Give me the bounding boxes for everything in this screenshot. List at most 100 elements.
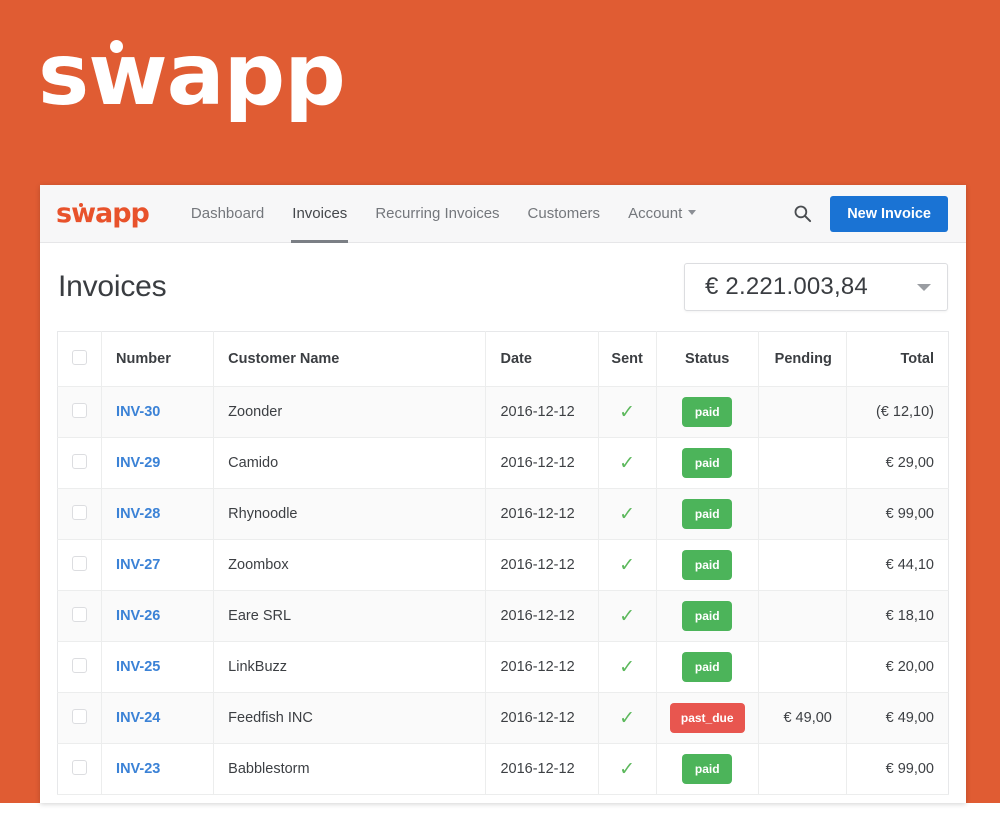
hero-wordmark-text: swapp <box>38 25 346 125</box>
invoice-number-link[interactable]: INV-28 <box>116 506 160 522</box>
table-head: Number Customer Name Date Sent Status Pe… <box>57 331 949 387</box>
cell-total: € 29,00 <box>846 437 949 489</box>
column-header-total[interactable]: Total <box>846 331 949 387</box>
row-checkbox[interactable] <box>72 657 88 673</box>
nav-logo[interactable]: swapp <box>56 200 150 227</box>
cell-number: INV-23 <box>101 743 215 795</box>
invoice-number-link[interactable]: INV-25 <box>116 659 160 675</box>
table-row[interactable]: INV-30 Zoonder 2016-12-12 ✓ paid (€ 12,10) <box>57 386 949 438</box>
cell-total: € 99,00 <box>846 743 949 795</box>
nav-item-dashboard[interactable]: Dashboard <box>177 185 278 243</box>
cell-total: € 20,00 <box>846 641 949 693</box>
cell-pending <box>758 386 847 438</box>
column-header-customer-name[interactable]: Customer Name <box>213 331 487 387</box>
row-checkbox[interactable] <box>72 402 88 418</box>
row-select-cell <box>57 641 103 693</box>
table-row[interactable]: INV-25 LinkBuzz 2016-12-12 ✓ paid € 20,00 <box>57 641 949 693</box>
page-title: Invoices <box>58 270 167 303</box>
cell-number: INV-25 <box>101 641 215 693</box>
search-icon[interactable] <box>793 204 812 223</box>
invoice-number-link[interactable]: INV-30 <box>116 404 160 420</box>
invoice-number-link[interactable]: INV-29 <box>116 455 160 471</box>
cell-date: 2016-12-12 <box>485 590 599 642</box>
check-icon: ✓ <box>619 502 636 525</box>
cell-sent: ✓ <box>598 386 657 438</box>
check-icon: ✓ <box>619 604 636 627</box>
row-checkbox[interactable] <box>72 606 88 622</box>
status-badge: paid <box>682 448 733 478</box>
cell-sent: ✓ <box>598 692 657 744</box>
chevron-down-icon <box>688 210 697 216</box>
hero-logo: swapp <box>38 20 346 130</box>
nav-right-group: New Invoice <box>793 195 948 232</box>
invoice-number-link[interactable]: INV-26 <box>116 608 160 624</box>
invoice-number-link[interactable]: INV-27 <box>116 557 160 573</box>
cell-number: INV-28 <box>101 488 215 540</box>
nav-item-account[interactable]: Account <box>614 185 710 243</box>
nav-item-recurring-invoices[interactable]: Recurring Invoices <box>361 185 513 243</box>
row-checkbox[interactable] <box>72 555 88 571</box>
check-icon: ✓ <box>619 757 636 780</box>
new-invoice-button[interactable]: New Invoice <box>830 195 948 232</box>
nav-item-customers[interactable]: Customers <box>514 185 615 243</box>
cell-pending: € 49,00 <box>758 692 847 744</box>
row-checkbox[interactable] <box>72 453 88 469</box>
cell-customer-name: Eare SRL <box>213 590 487 642</box>
cell-number: INV-26 <box>101 590 215 642</box>
column-header-number[interactable]: Number <box>101 331 215 387</box>
cell-pending <box>758 437 847 489</box>
cell-total: € 49,00 <box>846 692 949 744</box>
cell-status: paid <box>656 539 759 591</box>
select-all-checkbox[interactable] <box>72 349 88 365</box>
table-row[interactable]: INV-29 Camido 2016-12-12 ✓ paid € 29,00 <box>57 437 949 489</box>
cell-total: € 44,10 <box>846 539 949 591</box>
cell-customer-name: Camido <box>213 437 487 489</box>
column-header-sent[interactable]: Sent <box>598 331 657 387</box>
table-body: INV-30 Zoonder 2016-12-12 ✓ paid (€ 12,10) INV… <box>57 386 949 795</box>
invoice-number-link[interactable]: INV-23 <box>116 761 160 777</box>
table-header-row: Number Customer Name Date Sent Status Pe… <box>57 331 949 387</box>
table-row[interactable]: INV-27 Zoombox 2016-12-12 ✓ paid € 44,10 <box>57 539 949 591</box>
cell-status: paid <box>656 386 759 438</box>
nav-item-label: Customers <box>527 204 601 222</box>
status-badge: paid <box>682 754 733 784</box>
cell-date: 2016-12-12 <box>485 743 599 795</box>
check-icon: ✓ <box>619 655 636 678</box>
cell-sent: ✓ <box>598 590 657 642</box>
column-header-status[interactable]: Status <box>656 331 759 387</box>
cell-status: past_due <box>656 692 759 744</box>
nav-item-invoices[interactable]: Invoices <box>278 185 361 243</box>
cell-sent: ✓ <box>598 743 657 795</box>
cell-pending <box>758 590 847 642</box>
table-row[interactable]: INV-24 Feedfish INC 2016-12-12 ✓ past_due € 4… <box>57 692 949 744</box>
cell-date: 2016-12-12 <box>485 386 599 438</box>
total-amount-value: € 2.221.003,84 <box>705 273 868 300</box>
logo-dot <box>110 40 123 53</box>
total-amount-dropdown[interactable]: € 2.221.003,84 <box>684 263 948 311</box>
cell-status: paid <box>656 437 759 489</box>
row-checkbox[interactable] <box>72 708 88 724</box>
cell-sent: ✓ <box>598 437 657 489</box>
row-select-cell <box>57 488 103 540</box>
column-header-date[interactable]: Date <box>485 331 599 387</box>
table-row[interactable]: INV-28 Rhynoodle 2016-12-12 ✓ paid € 99,00 <box>57 488 949 540</box>
cell-number: INV-27 <box>101 539 215 591</box>
row-checkbox[interactable] <box>72 504 88 520</box>
screenshot-root: swapp swapp Dashboard Invoices Recurring… <box>0 0 1000 831</box>
cell-sent: ✓ <box>598 641 657 693</box>
nav-item-label: Dashboard <box>190 204 265 222</box>
column-header-pending[interactable]: Pending <box>758 331 847 387</box>
status-badge: past_due <box>669 703 745 733</box>
invoice-table: Number Customer Name Date Sent Status Pe… <box>57 331 949 795</box>
table-row[interactable]: INV-23 Babblestorm 2016-12-12 ✓ paid € 99,00 <box>57 743 949 795</box>
top-navigation-bar: swapp Dashboard Invoices Recurring Invoi… <box>40 185 966 243</box>
check-icon: ✓ <box>619 451 636 474</box>
cell-pending <box>758 641 847 693</box>
cell-customer-name: Rhynoodle <box>213 488 487 540</box>
page-header: Invoices € 2.221.003,84 <box>40 243 966 331</box>
cell-date: 2016-12-12 <box>485 488 599 540</box>
table-row[interactable]: INV-26 Eare SRL 2016-12-12 ✓ paid € 18,10 <box>57 590 949 642</box>
invoice-number-link[interactable]: INV-24 <box>116 710 160 726</box>
check-icon: ✓ <box>619 706 636 729</box>
row-checkbox[interactable] <box>72 759 88 775</box>
